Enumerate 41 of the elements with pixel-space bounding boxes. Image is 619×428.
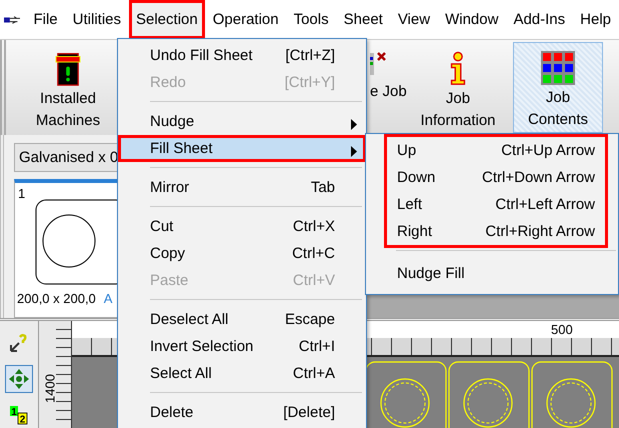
menu-bar-item[interactable]: File <box>26 0 65 39</box>
toolbar-button[interactable]: Job Contents <box>513 42 603 133</box>
menu-bar-item[interactable]: Tools <box>286 0 336 39</box>
machine-alert-icon <box>54 51 82 86</box>
ruler-label: 500 <box>551 322 573 337</box>
tool-button[interactable]: 1 2 <box>5 401 33 428</box>
move-arrows-icon <box>8 368 30 390</box>
menu-item[interactable]: Down Ctrl+Down Arrow <box>387 164 605 191</box>
menu-bar-item[interactable]: Operation <box>206 0 286 39</box>
menu-item[interactable]: Undo Fill Sheet [Ctrl+Z] <box>118 42 366 69</box>
menu-item[interactable]: Left Ctrl+Left Arrow <box>387 191 605 218</box>
part-size: 200,0 x 200,0 <box>17 291 96 306</box>
menu-item[interactable]: Select All Ctrl+A <box>118 360 366 387</box>
toolbar-button-label: Job Information <box>420 89 496 131</box>
menu-bar-item[interactable]: Add-Ins <box>506 0 572 39</box>
menu-bar-item[interactable]: Help <box>573 0 618 39</box>
menu-bar-item[interactable]: Sheet <box>336 0 390 39</box>
toolbar-button[interactable]: Job Information <box>407 42 509 133</box>
menu-bar-item[interactable]: Selection <box>129 0 205 39</box>
menu-bar-item[interactable]: View <box>390 0 438 39</box>
toolbar-button[interactable]: Installed Machines <box>16 42 120 133</box>
menu-item[interactable]: Right Ctrl+Right Arrow <box>387 218 605 245</box>
menu-bar-item[interactable]: Window <box>438 0 506 39</box>
ruler-label: 1400 <box>42 373 56 403</box>
colored-grid-icon <box>541 51 575 85</box>
toolbar-button[interactable]: e Job <box>363 42 407 133</box>
part-number: 1 <box>17 185 26 201</box>
pointer-question-icon <box>9 333 29 353</box>
toolbar-button-label: e Job <box>370 82 407 102</box>
part-info-text: A <box>104 291 112 306</box>
toolbar-button-label: Installed Machines <box>36 89 100 131</box>
menu-item[interactable]: Nudge Fill <box>387 260 605 287</box>
menu-item[interactable]: Up Ctrl+Up Arrow <box>387 137 605 164</box>
menu-item[interactable]: Invert Selection Ctrl+I <box>118 333 366 360</box>
grid-delete-icon <box>370 51 388 77</box>
menu-item[interactable]: Nudge <box>118 108 366 135</box>
hand-pointer-icon <box>4 14 22 24</box>
menu-item[interactable]: Fill Sheet <box>118 135 366 162</box>
menu-item[interactable]: Delete [Delete] <box>118 399 366 426</box>
toolbar-button-label: Job Contents <box>528 88 588 130</box>
menu-bar-item[interactable]: Utilities <box>66 0 128 39</box>
